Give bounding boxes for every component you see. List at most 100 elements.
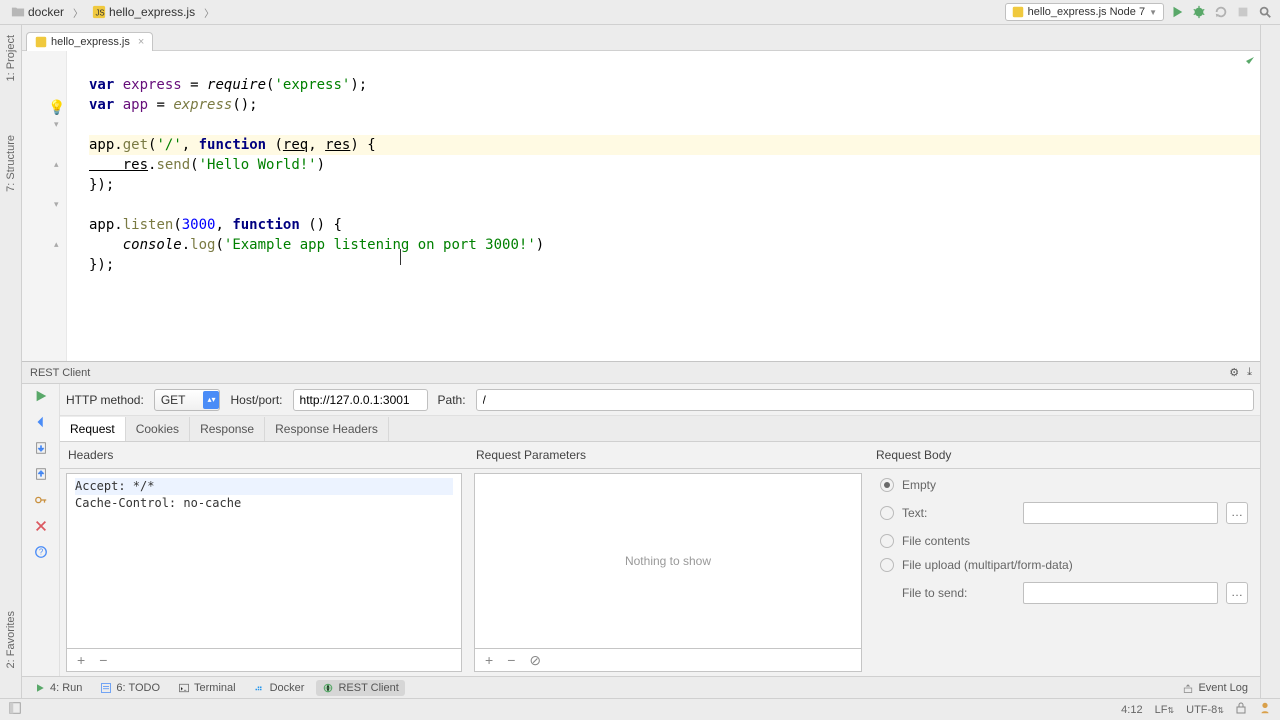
editor-tabs: hello_express.js × [22,25,1260,51]
host-port-label: Host/port: [230,393,282,407]
host-port-input[interactable] [293,389,428,411]
rest-client-title-bar: REST Client ⚙ ⤓ [22,362,1260,384]
bulb-icon[interactable]: 💡 [48,99,65,116]
add-param-button[interactable]: + [485,652,493,668]
project-tool-tab[interactable]: 1: Project [3,29,19,87]
fold-icon[interactable]: ▴ [54,239,59,250]
chevron-down-icon: ▼ [1149,8,1157,17]
editor-tab[interactable]: hello_express.js × [26,32,153,51]
browse-file-button[interactable]: … [1226,582,1248,604]
history-back-button[interactable] [33,414,49,430]
toolbar-right: hello_express.js Node 7 ▼ [1005,3,1274,21]
body-file-contents-option[interactable]: File contents [876,529,1252,553]
docker-tool-button[interactable]: Docker [248,680,311,696]
debug-button[interactable] [1190,3,1208,21]
inspection-indicator[interactable] [1244,55,1256,70]
expand-text-button[interactable]: … [1226,502,1248,524]
request-body-section: Request Body Empty Text: … [868,442,1260,676]
rest-sidebar: ? [22,384,60,676]
breadcrumb-file[interactable]: JS hello_express.js [87,3,200,21]
radio-icon [880,478,894,492]
tool-windows-icon[interactable] [8,701,22,718]
request-params-title: Request Parameters [468,442,868,469]
request-params-section: Request Parameters Nothing to show + − ⊘ [468,442,868,676]
run-config-selector[interactable]: hello_express.js Node 7 ▼ [1005,3,1164,21]
run-button[interactable] [1168,3,1186,21]
body-text-option[interactable]: Text: … [876,497,1252,529]
tab-response[interactable]: Response [190,417,265,441]
editor-gutter: 💡 ▾ ▴ ▾ ▴ [22,51,67,361]
todo-tool-button[interactable]: 6: TODO [94,680,166,696]
chevron-right-icon: 〉 [73,5,83,20]
svg-text:JS: JS [96,9,105,18]
empty-placeholder: Nothing to show [625,554,711,568]
rerun-button[interactable] [1212,3,1230,21]
tab-request[interactable]: Request [60,417,126,441]
http-method-label: HTTP method: [66,393,144,407]
remove-param-button[interactable]: − [507,652,515,668]
terminal-tool-button[interactable]: Terminal [172,680,242,696]
add-header-button[interactable]: + [77,652,85,668]
radio-icon [880,558,894,572]
breadcrumb-folder[interactable]: docker [6,3,69,21]
radio-icon [880,506,894,520]
fold-icon[interactable]: ▴ [54,159,59,170]
headers-title: Headers [60,442,468,469]
headers-list[interactable]: Accept: */* Cache-Control: no-cache [66,473,462,649]
remove-button[interactable] [33,518,49,534]
rest-client-title: REST Client [30,367,90,379]
navigation-bar: docker 〉 JS hello_express.js 〉 hello_exp… [0,0,1280,25]
bottom-tool-bar: 4: Run 6: TODO Terminal Docker REST Clie… [22,676,1260,698]
import-button[interactable] [33,466,49,482]
code-area[interactable]: var express = require('express'); var ap… [67,51,1260,361]
event-log-button[interactable]: Event Log [1176,680,1254,696]
help-button[interactable]: ? [33,544,49,560]
js-file-icon [1012,6,1024,18]
chevron-right-icon: 〉 [204,5,214,20]
fold-icon[interactable]: ▾ [54,199,59,210]
close-tab-icon[interactable]: × [138,36,144,48]
code-editor[interactable]: 💡 ▾ ▴ ▾ ▴ var express = require('express… [22,51,1260,361]
left-tool-window-tabs: 1: Project 7: Structure 2: Favorites [0,25,22,698]
rest-tabs: Request Cookies Response Response Header… [60,416,1260,442]
hector-icon[interactable] [1258,701,1272,718]
text-cursor [400,249,401,265]
tab-cookies[interactable]: Cookies [126,417,190,441]
rest-request-toolbar: HTTP method: GET ▴▾ Host/port: Path: [60,384,1260,416]
path-input[interactable] [476,389,1254,411]
clear-params-button[interactable]: ⊘ [529,652,541,669]
favorites-tool-tab[interactable]: 2: Favorites [3,605,19,674]
search-everywhere-button[interactable] [1256,3,1274,21]
file-encoding[interactable]: UTF-8⇅ [1186,704,1224,716]
export-button[interactable] [33,440,49,456]
line-separator[interactable]: LF⇅ [1155,704,1175,716]
body-file-upload-option[interactable]: File upload (multipart/form-data) [876,553,1252,577]
run-config-label: hello_express.js Node 7 [1028,6,1145,18]
body-text-input[interactable] [1023,502,1218,524]
editor-tab-label: hello_express.js [51,36,130,48]
rest-client-tool-button[interactable]: REST Client [316,680,404,696]
hide-icon[interactable]: ⤓ [1247,366,1252,379]
chevron-updown-icon: ▴▾ [203,391,219,409]
stop-button[interactable] [1234,3,1252,21]
fold-icon[interactable]: ▾ [54,119,59,130]
structure-tool-tab[interactable]: 7: Structure [3,129,19,198]
http-method-select[interactable]: GET ▴▾ [154,389,221,411]
js-file-icon [35,36,47,48]
folder-icon [11,5,25,19]
run-tool-button[interactable]: 4: Run [28,680,88,696]
breadcrumb-folder-label: docker [28,5,64,19]
generate-auth-button[interactable] [33,492,49,508]
rest-client-panel: REST Client ⚙ ⤓ ? HTTP method: GET [22,361,1260,676]
gear-icon[interactable]: ⚙ [1229,366,1239,379]
submit-request-button[interactable] [33,388,49,404]
lock-icon[interactable] [1236,702,1246,717]
body-empty-option[interactable]: Empty [876,473,1252,497]
remove-header-button[interactable]: − [99,652,107,668]
cursor-position[interactable]: 4:12 [1121,704,1142,716]
file-to-send-row: File to send: … [876,577,1252,609]
request-params-list[interactable]: Nothing to show [474,473,862,649]
tab-response-headers[interactable]: Response Headers [265,417,389,441]
file-to-send-input[interactable] [1023,582,1218,604]
request-body-title: Request Body [868,442,1260,469]
